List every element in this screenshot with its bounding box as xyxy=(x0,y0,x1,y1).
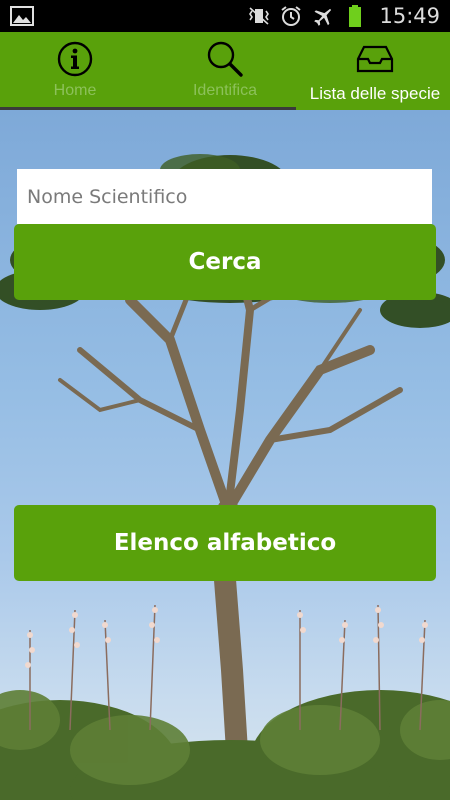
alarm-icon xyxy=(279,5,303,27)
status-right: 15:49 xyxy=(247,4,440,28)
tab-lista-delle-specie[interactable]: Lista delle specie xyxy=(300,32,450,110)
scientific-name-input[interactable] xyxy=(17,169,432,224)
tab-label-lista-delle-specie: Lista delle specie xyxy=(309,84,441,103)
gallery-icon xyxy=(10,5,34,27)
search-button[interactable]: Cerca xyxy=(14,224,436,300)
inbox-tray-icon xyxy=(355,40,395,78)
battery-icon xyxy=(343,5,367,27)
alphabetical-list-button[interactable]: Elenco alfabetico xyxy=(14,505,436,581)
tab-home[interactable]: Home xyxy=(0,32,150,110)
vibrate-icon xyxy=(247,5,271,27)
tab-label-identifica: Identifica xyxy=(192,82,258,99)
status-left xyxy=(10,5,34,27)
status-time: 15:49 xyxy=(379,4,440,28)
airplane-mode-icon xyxy=(311,5,335,27)
info-icon xyxy=(56,40,94,78)
search-icon xyxy=(205,40,245,78)
tab-bar: Home Identifica Lista delle specie xyxy=(0,32,450,110)
status-bar: 15:49 xyxy=(0,0,450,32)
tab-identifica[interactable]: Identifica xyxy=(150,32,300,110)
tab-label-home: Home xyxy=(53,82,97,99)
